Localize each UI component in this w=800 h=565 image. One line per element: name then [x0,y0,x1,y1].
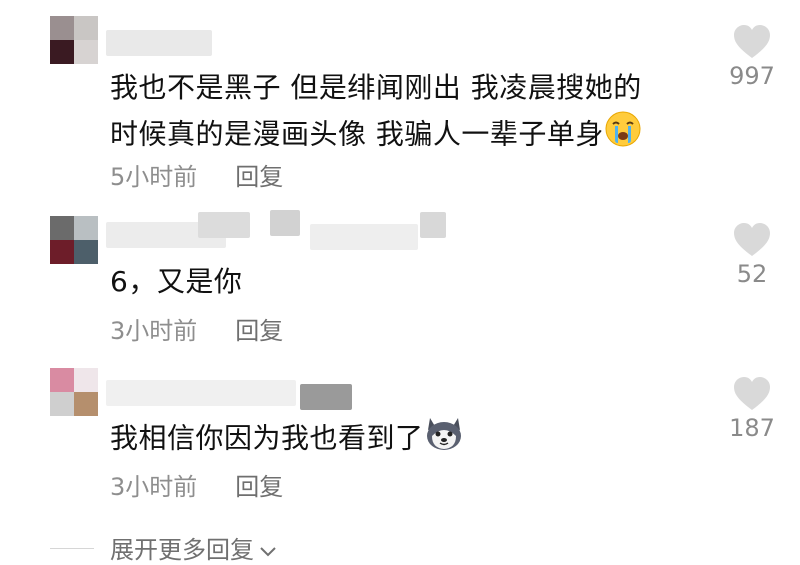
divider-line [50,548,94,549]
username-redacted[interactable] [300,384,352,410]
chevron-down-icon [258,537,278,565]
comment-text-line: 我也不是黑子 但是绯闻刚出 我凌晨搜她的 [110,71,642,104]
username-redacted[interactable] [270,210,300,236]
comment-text-line: 我相信你因为我也看到了 [110,421,424,455]
like-button[interactable]: 997 [722,24,782,90]
comment-text: 我也不是黑子 但是绯闻刚出 我凌晨搜她的 时候真的是漫画头像 我骗人一辈子单身 [110,66,642,161]
heart-icon [734,377,770,410]
like-button[interactable]: 187 [722,376,782,442]
comment-meta: 3小时前 回复 [110,316,283,346]
username-redacted[interactable] [106,380,296,406]
username-redacted[interactable] [106,30,212,56]
reply-button[interactable]: 回复 [235,317,283,345]
username-redacted[interactable] [420,212,446,238]
more-replies-button[interactable]: 展开更多回复 [110,530,278,565]
heart-icon [734,223,770,256]
husky-face-icon [424,414,464,465]
comment-text: 6，又是你 [110,260,242,304]
comment-text: 我相信你因为我也看到了 [110,414,464,465]
like-count: 52 [736,260,768,288]
timestamp: 5小时前 [110,163,198,191]
username-redacted[interactable] [198,212,250,238]
heart-icon [734,25,770,58]
more-replies-row: 展开更多回复 [0,528,800,564]
username-redacted[interactable] [310,224,418,250]
comment-text-line: 6，又是你 [110,265,243,298]
comment-meta: 5小时前 回复 [110,162,283,192]
like-button[interactable]: 52 [722,222,782,288]
reply-button[interactable]: 回复 [235,473,283,501]
avatar[interactable] [50,368,98,416]
like-count: 187 [729,414,775,442]
like-count: 997 [729,62,775,90]
avatar[interactable] [50,16,98,64]
comment-text-line: 时候真的是漫画头像 我骗人一辈子单身 [110,117,604,151]
timestamp: 3小时前 [110,317,198,345]
more-replies-label: 展开更多回复 [110,536,254,564]
crying-face-icon [604,110,642,161]
timestamp: 3小时前 [110,473,198,501]
reply-button[interactable]: 回复 [235,163,283,191]
avatar[interactable] [50,216,98,264]
comment-meta: 3小时前 回复 [110,472,283,502]
